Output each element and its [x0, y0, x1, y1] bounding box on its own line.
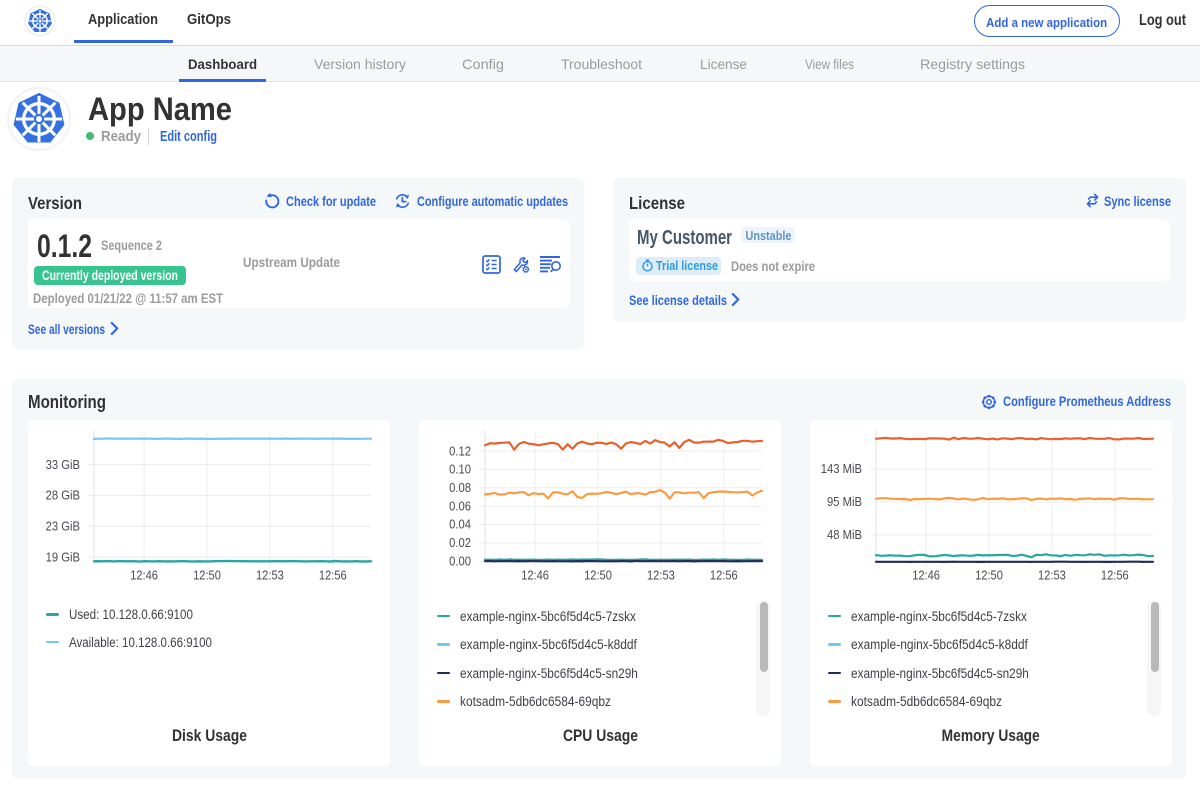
svg-text:12:53: 12:53: [1038, 569, 1066, 583]
svg-text:12:53: 12:53: [647, 569, 675, 583]
svg-text:12:46: 12:46: [912, 569, 940, 583]
svg-text:0.12: 0.12: [449, 444, 471, 458]
svg-text:0.02: 0.02: [449, 536, 471, 550]
svg-text:12:56: 12:56: [1101, 569, 1129, 583]
svg-text:33 GiB: 33 GiB: [46, 458, 80, 472]
svg-text:0.06: 0.06: [449, 499, 471, 513]
svg-text:12:50: 12:50: [975, 569, 1003, 583]
svg-text:12:53: 12:53: [256, 569, 284, 583]
svg-text:143 MiB: 143 MiB: [821, 462, 862, 476]
svg-text:95 MiB: 95 MiB: [827, 495, 862, 509]
svg-text:28 GiB: 28 GiB: [46, 489, 80, 503]
svg-text:48 MiB: 48 MiB: [827, 528, 862, 542]
svg-text:12:46: 12:46: [521, 569, 549, 583]
svg-text:12:46: 12:46: [130, 569, 158, 583]
svg-text:12:50: 12:50: [584, 569, 612, 583]
svg-text:0.10: 0.10: [449, 463, 471, 477]
svg-text:0.00: 0.00: [449, 554, 471, 568]
svg-text:23 GiB: 23 GiB: [46, 519, 80, 533]
svg-text:12:56: 12:56: [319, 569, 347, 583]
svg-text:12:56: 12:56: [710, 569, 738, 583]
svg-text:19 GiB: 19 GiB: [46, 550, 80, 564]
svg-text:12:50: 12:50: [193, 569, 221, 583]
svg-text:0.08: 0.08: [449, 481, 471, 495]
svg-text:0.04: 0.04: [449, 518, 471, 532]
